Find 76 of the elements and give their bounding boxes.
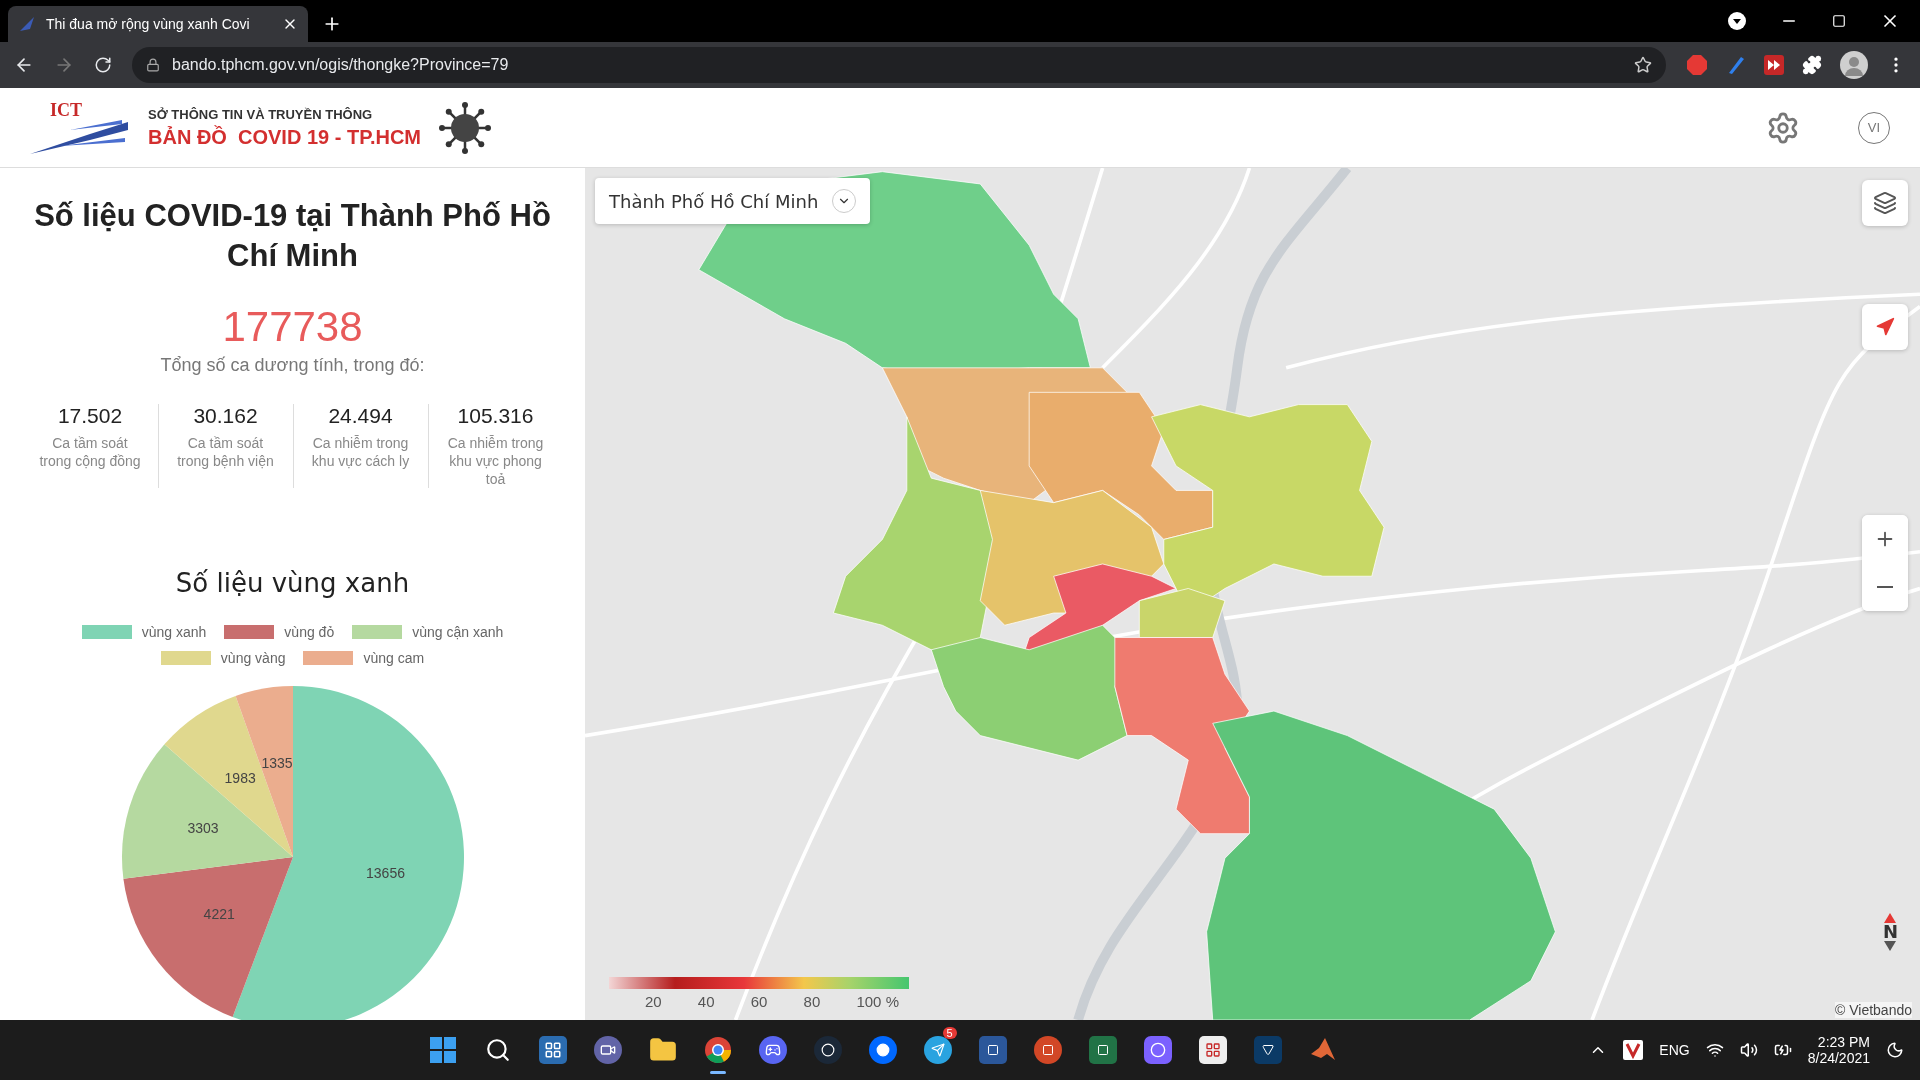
restore-icon[interactable] — [1832, 14, 1846, 28]
organization-name: SỞ THÔNG TIN VÀ TRUYỀN THÔNG — [148, 106, 374, 122]
paper-plane-icon[interactable] — [923, 1036, 952, 1064]
tab-title: Thi đua mở rộng vùng xanh Covi — [46, 16, 251, 32]
legend-label: vùng vàng — [220, 650, 286, 667]
app-window-icon[interactable] — [1198, 1036, 1227, 1064]
scale-tick-label: 40 — [697, 993, 715, 1010]
total-caption: Tổng số ca dương tính, trong đó: — [160, 354, 425, 376]
notification-badge: 5 — [942, 1027, 957, 1039]
settings-icon[interactable] — [1766, 110, 1800, 145]
legend-label: vùng xanh — [141, 624, 207, 641]
url-text: bando.tphcm.gov.vn/ogis/thongke?Province=79 — [172, 56, 510, 74]
page-title: Số liệu COVID-19 tại Thành Phố Hồ Chí Minh — [33, 197, 552, 276]
minus-icon — [1877, 586, 1893, 588]
legend-label: vùng cam — [363, 650, 425, 667]
scale-tick-label: 20 — [645, 993, 662, 1010]
ring-icon[interactable] — [1143, 1036, 1172, 1064]
layers-icon — [1873, 191, 1897, 215]
search-icon[interactable] — [484, 1037, 511, 1063]
language-indicator[interactable]: ENG — [1659, 1042, 1690, 1058]
stop-sign-icon[interactable] — [1686, 54, 1708, 76]
widgets-icon[interactable] — [538, 1036, 567, 1064]
total-cases: 177738 — [222, 302, 363, 351]
dropdown-icon[interactable] — [1728, 12, 1746, 30]
scale-tick-label: 60 — [750, 993, 768, 1010]
stat-value: 30.162 — [193, 403, 258, 428]
legend-label: vùng đỏ — [284, 624, 335, 641]
stat-label: Ca nhiễm trong khu vực phong toả — [446, 433, 545, 489]
wifi-icon[interactable] — [1705, 1041, 1724, 1059]
region-select[interactable]: Thành Phố Hồ Chí Minh — [595, 178, 871, 224]
slice-value: 13656 — [365, 864, 405, 881]
pen-icon[interactable] — [1726, 55, 1746, 75]
slice-value: 3303 — [186, 820, 219, 837]
logo-text: ICT — [50, 99, 82, 121]
v-shield-icon[interactable] — [1623, 1040, 1644, 1060]
compass-letter: N — [1882, 923, 1898, 941]
virus-icon — [439, 101, 491, 154]
slice-value: 4221 — [203, 906, 235, 923]
volume-icon[interactable] — [1739, 1041, 1758, 1059]
locate-button[interactable] — [1862, 304, 1908, 350]
fast-forward-icon[interactable] — [1764, 55, 1784, 75]
game-controller-icon[interactable] — [758, 1036, 787, 1064]
extensions-icon[interactable] — [1802, 55, 1822, 75]
bookmark-star-icon[interactable] — [1634, 56, 1652, 74]
app-title: BẢN ĐỒ COVID 19 - TP.HCM — [148, 125, 421, 149]
south-arrow-icon — [1884, 941, 1897, 951]
zoom-in-button[interactable] — [1862, 515, 1908, 563]
slice-value: 1335 — [260, 755, 293, 772]
moon-icon[interactable] — [1886, 1041, 1904, 1059]
lock-icon — [146, 58, 160, 72]
stat-value: 105.316 — [457, 403, 534, 428]
slice-value: 1983 — [224, 770, 256, 787]
arrow-pointer-icon — [1875, 317, 1895, 337]
reload-icon[interactable] — [94, 56, 112, 74]
scale-tick-label: 80 — [803, 993, 821, 1010]
legend-label: vùng cận xanh — [412, 624, 504, 641]
map-attribution: © Vietbando — [1835, 1002, 1912, 1018]
stat-label: Ca tầm soát trong cộng đồng — [38, 433, 142, 470]
north-arrow-icon — [1884, 913, 1897, 923]
folder-icon[interactable] — [648, 1036, 677, 1064]
browser-tab[interactable]: Thi đua mở rộng vùng xanh Covi — [8, 6, 308, 42]
stat-value: 17.502 — [57, 403, 123, 428]
stat-value: 24.494 — [328, 403, 393, 428]
clock-time[interactable]: 2:23 PM — [1817, 1034, 1870, 1050]
clock-date[interactable]: 8/24/2021 — [1807, 1050, 1870, 1066]
video-chat-icon[interactable] — [593, 1036, 622, 1064]
layers-button[interactable] — [1862, 180, 1908, 226]
windows-logo-icon[interactable] — [428, 1036, 457, 1064]
language-button[interactable]: VI — [1858, 111, 1890, 144]
address-field[interactable]: bando.tphcm.gov.vn/ogis/thongke?Province=79 — [132, 47, 1666, 83]
stat-label: Ca tầm soát trong bệnh viện — [176, 433, 275, 470]
stat-label: Ca nhiễm trong khu vực cách ly — [310, 433, 411, 470]
scale-tick-label: 100 % — [856, 993, 899, 1010]
avatar-icon[interactable] — [1840, 51, 1868, 79]
browser-icon[interactable] — [703, 1036, 732, 1064]
chart-title: Số liệu vùng xanh — [175, 568, 410, 599]
